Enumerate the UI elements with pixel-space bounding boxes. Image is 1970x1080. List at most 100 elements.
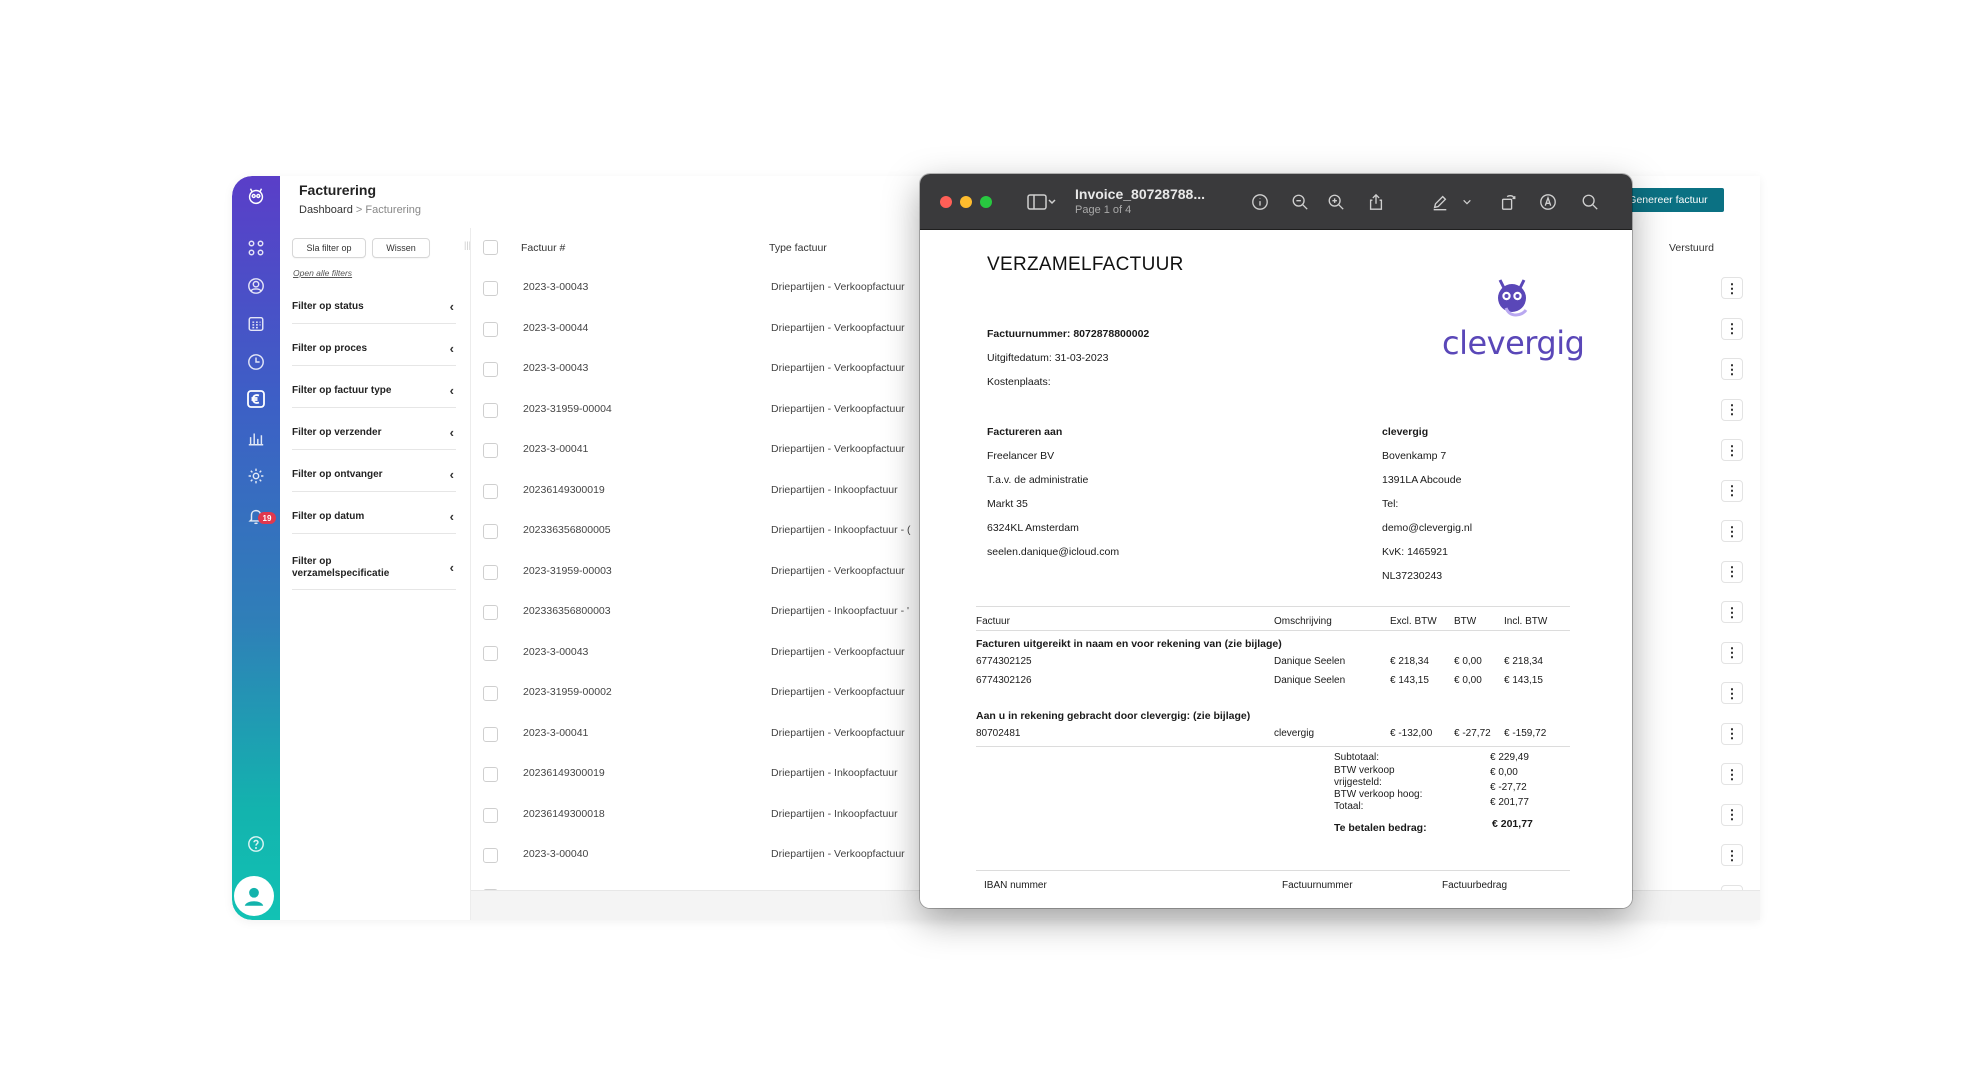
document-title: Invoice_80728788... bbox=[1075, 186, 1205, 202]
row-actions-kebab-icon[interactable]: ⋮ bbox=[1721, 560, 1743, 583]
filter-date[interactable]: Filter op datum ‹ bbox=[292, 500, 456, 534]
column-header-invoice-number[interactable]: Factuur # bbox=[521, 242, 565, 254]
filter-sender[interactable]: Filter op verzender ‹ bbox=[292, 416, 456, 450]
row-checkbox[interactable] bbox=[483, 483, 498, 499]
row-checkbox[interactable] bbox=[483, 524, 498, 539]
invoice-line-incl: € -159,72 bbox=[1504, 728, 1547, 739]
close-window-button[interactable] bbox=[940, 196, 952, 208]
filter-status[interactable]: Filter op status ‹ bbox=[292, 290, 456, 324]
column-header-sent[interactable]: Verstuurd bbox=[1669, 242, 1714, 254]
sender-line: demo@clevergig.nl bbox=[1382, 522, 1473, 534]
row-actions-kebab-icon[interactable]: ⋮ bbox=[1721, 398, 1743, 421]
row-checkbox[interactable] bbox=[483, 564, 498, 580]
invoice-type-cell: Driepartijen - Inkoopfactuur - ( bbox=[771, 524, 911, 536]
sender-heading: clevergig bbox=[1382, 426, 1429, 438]
open-all-filters-link[interactable]: Open alle filters bbox=[293, 268, 352, 278]
invoice-line-excl: € 143,15 bbox=[1390, 675, 1429, 686]
zoom-window-button[interactable] bbox=[980, 196, 992, 208]
invoice-line-vat: € 0,00 bbox=[1454, 656, 1482, 667]
column-header-invoice-type[interactable]: Type factuur bbox=[769, 242, 827, 254]
zoom-in-icon[interactable] bbox=[1326, 192, 1346, 212]
dashboard-grid-icon[interactable] bbox=[246, 238, 266, 258]
calendar-icon[interactable] bbox=[246, 314, 266, 334]
filter-invoice-type[interactable]: Filter op factuur type ‹ bbox=[292, 374, 456, 408]
row-checkbox[interactable] bbox=[483, 686, 498, 701]
invoice-number-cell: 20236149300019 bbox=[523, 767, 605, 779]
bill-to-line: seelen.danique@icloud.com bbox=[987, 546, 1120, 558]
clock-icon[interactable] bbox=[246, 352, 266, 372]
sender-line: 1391LA Abcoude bbox=[1382, 474, 1462, 486]
select-all-checkbox[interactable] bbox=[483, 240, 498, 255]
help-question-icon[interactable] bbox=[246, 834, 266, 854]
row-checkbox[interactable] bbox=[483, 848, 498, 863]
save-filter-button[interactable]: Sla filter op bbox=[292, 238, 366, 258]
info-icon[interactable] bbox=[1250, 192, 1270, 212]
invoice-type-cell: Driepartijen - Verkoopfactuur bbox=[771, 686, 905, 698]
user-profile-icon[interactable] bbox=[246, 276, 266, 296]
row-actions-kebab-icon[interactable]: ⋮ bbox=[1721, 722, 1743, 745]
invoice-number-cell: 2023-31959-00002 bbox=[523, 686, 612, 698]
row-actions-kebab-icon[interactable]: ⋮ bbox=[1721, 601, 1743, 623]
divider bbox=[976, 870, 1570, 871]
row-checkbox[interactable] bbox=[483, 726, 498, 742]
row-checkbox[interactable] bbox=[483, 605, 498, 620]
row-checkbox[interactable] bbox=[483, 645, 498, 661]
row-checkbox[interactable] bbox=[483, 807, 498, 823]
row-actions-kebab-icon[interactable]: ⋮ bbox=[1721, 277, 1743, 299]
minimize-window-button[interactable] bbox=[960, 196, 972, 208]
section-heading: Aan u in rekening gebracht door clevergi… bbox=[976, 710, 1251, 722]
filter-collective-spec[interactable]: Filter op verzamelspecificatie ‹ bbox=[292, 546, 456, 590]
filter-process[interactable]: Filter op proces ‹ bbox=[292, 332, 456, 366]
breadcrumb-dashboard-link[interactable]: Dashboard bbox=[299, 204, 353, 216]
sidebar-toggle-icon[interactable] bbox=[1024, 192, 1060, 212]
row-checkbox[interactable] bbox=[483, 402, 498, 418]
row-actions-kebab-icon[interactable]: ⋮ bbox=[1721, 641, 1743, 664]
share-icon[interactable] bbox=[1366, 192, 1386, 212]
row-actions-kebab-icon[interactable]: ⋮ bbox=[1721, 682, 1743, 704]
invoice-line-incl: € 143,15 bbox=[1504, 675, 1543, 686]
avatar[interactable] bbox=[234, 876, 274, 916]
zoom-out-icon[interactable] bbox=[1290, 192, 1310, 212]
invoice-number-cell: 2023-31959-00003 bbox=[523, 564, 612, 577]
row-checkbox[interactable] bbox=[483, 767, 498, 782]
row-checkbox[interactable] bbox=[483, 443, 498, 458]
divider bbox=[976, 746, 1570, 747]
row-actions-kebab-icon[interactable]: ⋮ bbox=[1721, 358, 1743, 380]
search-icon[interactable] bbox=[1580, 192, 1600, 212]
row-actions-kebab-icon[interactable]: ⋮ bbox=[1721, 844, 1743, 866]
sender-line: KvK: 1465921 bbox=[1382, 546, 1448, 558]
col-incl-vat: Incl. BTW bbox=[1504, 616, 1548, 627]
col-excl-vat: Excl. BTW bbox=[1390, 616, 1437, 627]
reports-bar-chart-icon[interactable] bbox=[246, 428, 266, 448]
row-actions-kebab-icon[interactable]: ⋮ bbox=[1721, 520, 1743, 542]
row-checkbox[interactable] bbox=[483, 321, 498, 337]
filter-recipient[interactable]: Filter op ontvanger ‹ bbox=[292, 458, 456, 492]
invoice-number-cell: 202336356800005 bbox=[523, 524, 611, 536]
row-actions-kebab-icon[interactable]: ⋮ bbox=[1721, 317, 1743, 340]
row-actions-kebab-icon[interactable]: ⋮ bbox=[1721, 479, 1743, 502]
invoice-type-cell: Driepartijen - Inkoopfactuur bbox=[771, 807, 898, 820]
markup-pen-icon[interactable] bbox=[1430, 192, 1450, 212]
invoice-line-row: 6774302125 Danique Seelen € 218,34 € 0,00 € … bbox=[920, 656, 1632, 674]
annotate-icon[interactable] bbox=[1538, 192, 1558, 212]
clear-filters-button[interactable]: Wissen bbox=[372, 238, 430, 258]
invoice-line-description: clevergig bbox=[1274, 728, 1315, 739]
divider bbox=[976, 606, 1570, 607]
row-checkbox[interactable] bbox=[483, 281, 498, 296]
invoice-line-excl: € -132,00 bbox=[1390, 728, 1433, 739]
row-actions-kebab-icon[interactable]: ⋮ bbox=[1721, 803, 1743, 826]
rotate-icon[interactable] bbox=[1498, 192, 1518, 212]
totals-value: € 201,77 bbox=[1490, 797, 1529, 808]
preview-toolbar: Invoice_80728788... Page 1 of 4 bbox=[920, 174, 1632, 230]
row-actions-kebab-icon[interactable]: ⋮ bbox=[1721, 763, 1743, 785]
filter-label: Filter op verzamelspecificatie bbox=[292, 555, 390, 579]
settings-gear-icon[interactable] bbox=[246, 466, 266, 486]
chevron-down-icon[interactable] bbox=[1460, 192, 1474, 212]
row-actions-kebab-icon[interactable]: ⋮ bbox=[1721, 439, 1743, 461]
owl-logo-icon[interactable] bbox=[244, 184, 268, 208]
invoicing-euro-icon[interactable] bbox=[240, 384, 272, 414]
footer-invoice-number-label: Factuurnummer bbox=[1282, 880, 1353, 891]
row-checkbox[interactable] bbox=[483, 362, 498, 377]
invoice-number-cell: 2023-3-00040 bbox=[523, 848, 589, 860]
invoice-line-excl: € 218,34 bbox=[1390, 656, 1429, 667]
